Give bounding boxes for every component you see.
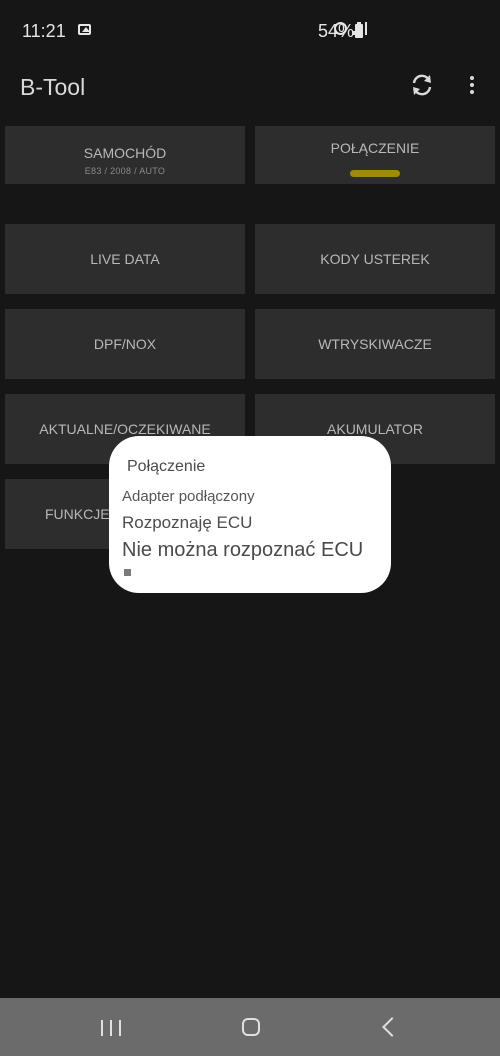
tile-live-data[interactable]: LIVE DATA — [5, 224, 245, 294]
recent-apps-icon[interactable] — [101, 1020, 121, 1036]
stop-icon[interactable] — [124, 569, 131, 576]
dialog-title: Połączenie — [127, 458, 206, 475]
battery-percent: 54% — [318, 21, 355, 41]
overflow-menu-icon[interactable] — [467, 73, 477, 99]
back-icon[interactable] — [382, 1017, 402, 1037]
home-icon[interactable] — [242, 1018, 260, 1036]
gallery-icon — [78, 24, 91, 35]
refresh-icon[interactable] — [409, 72, 435, 98]
tile-functions-label: FUNKCJE — [45, 506, 110, 522]
tile-injectors-label: WTRYSKIWACZE — [318, 336, 432, 352]
dialog-status-recognizing: Rozpoznaję ECU — [122, 513, 253, 532]
dialog-status-adapter: Adapter podłączony — [122, 488, 255, 505]
tile-battery-label: AKUMULATOR — [327, 421, 423, 437]
app-bar: B-Tool — [0, 62, 500, 112]
tile-error-codes-label: KODY USTEREK — [320, 251, 430, 267]
tile-error-codes[interactable]: KODY USTEREK — [255, 224, 495, 294]
battery-icon — [355, 22, 363, 38]
tile-car-label: SAMOCHÓD — [83, 144, 167, 161]
connection-status-indicator — [350, 169, 400, 177]
tile-car[interactable]: SAMOCHÓD E83 / 2008 / AUTO — [5, 126, 245, 184]
status-time: 11:21 — [22, 21, 66, 41]
system-nav-bar — [0, 998, 500, 1056]
tile-connection[interactable]: POŁĄCZENIE — [255, 126, 495, 184]
tile-connection-label: POŁĄCZENIE — [330, 139, 420, 156]
tile-actual-expected-label: AKTUALNE/OCZEKIWANE — [39, 421, 211, 437]
tile-dpf-nox-label: DPF/NOX — [93, 336, 157, 352]
tile-live-data-label: LIVE DATA — [90, 251, 160, 267]
status-bar: 11:21 54% — [0, 0, 500, 62]
tile-injectors[interactable]: WTRYSKIWACZE — [255, 309, 495, 379]
dialog-status-error: Nie można rozpoznać ECU — [122, 539, 364, 561]
connection-dialog: Połączenie Adapter podłączony Rozpoznaję… — [109, 436, 391, 593]
app-title: B-Tool — [20, 74, 86, 100]
tile-dpf-nox[interactable]: DPF/NOX — [5, 309, 245, 379]
tile-car-subtitle: E83 / 2008 / AUTO — [84, 165, 166, 176]
